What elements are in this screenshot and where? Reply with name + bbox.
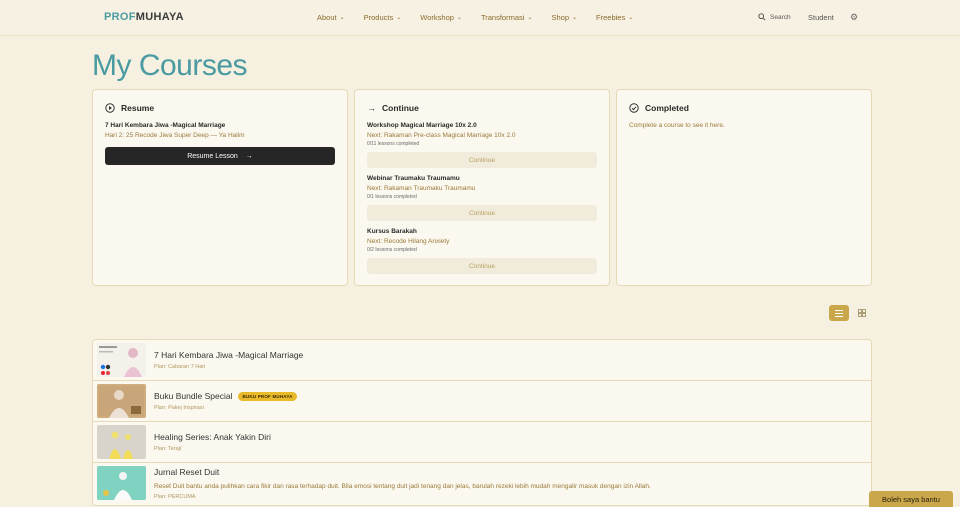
course-thumbnail xyxy=(97,384,146,418)
continue-item-title: Webinar Traumaku Traumamu xyxy=(367,175,460,182)
top-navbar: PROFMUHAYA About ⌄ Products ⌄ Workshop ⌄ Tr… xyxy=(0,0,960,36)
continue-button[interactable]: Continue xyxy=(367,152,597,168)
resume-lesson-button[interactable]: Resume Lesson → xyxy=(105,147,335,165)
page-title: My Courses xyxy=(92,49,248,82)
play-circle-icon xyxy=(105,103,115,113)
continue-item-next: Next: Recode Hilang Anxiety xyxy=(367,238,450,245)
resume-heading: Resume xyxy=(105,103,154,113)
course-title-text: Jurnal Reset Duit xyxy=(154,467,220,477)
grid-icon xyxy=(858,309,866,317)
continue-item: Workshop Magical Marriage 10x 2.0 Next: … xyxy=(367,122,597,168)
list-view-button[interactable] xyxy=(829,305,849,321)
logo-part-prof: PROF xyxy=(104,11,136,23)
search-icon xyxy=(758,13,766,21)
nav-shop-label: Shop xyxy=(551,13,569,22)
course-row[interactable]: Jurnal Reset Duit Reset Duit bantu anda … xyxy=(93,463,871,505)
course-title-text: Buku Bundle Special xyxy=(154,391,233,401)
completed-card: Completed Complete a course to see it he… xyxy=(616,89,872,286)
site-logo[interactable]: PROFMUHAYA xyxy=(104,11,184,23)
course-title: Jurnal Reset Duit xyxy=(154,467,219,477)
continue-heading-label: Continue xyxy=(382,103,419,113)
chevron-down-icon: ⌄ xyxy=(396,15,402,21)
completed-heading: Completed xyxy=(629,103,689,113)
nav-freebies-label: Freebies xyxy=(596,13,626,22)
arrow-right-icon: → xyxy=(245,152,253,160)
nav-products[interactable]: Products ⌄ xyxy=(364,13,402,22)
check-circle-icon xyxy=(629,103,639,113)
nav-about-label: About xyxy=(317,13,337,22)
nav-products-label: Products xyxy=(363,13,394,22)
continue-card: → Continue Workshop Magical Marriage 10x… xyxy=(354,89,610,286)
help-chat-button[interactable]: Boleh saya bantu xyxy=(869,491,953,507)
course-row[interactable]: Healing Series: Anak Yakin Diri Plan: Te… xyxy=(93,422,871,463)
course-title: Healing Series: Anak Yakin Diri xyxy=(154,432,271,442)
resume-heading-label: Resume xyxy=(121,103,155,113)
course-badge: BUKU PROF MUHAYA xyxy=(238,391,297,401)
nav-transformasi[interactable]: Transformasi ⌄ xyxy=(481,13,533,22)
chevron-down-icon: ⌄ xyxy=(572,15,578,21)
resume-card: Resume 7 Hari Kembara Jiwa -Magical Marr… xyxy=(92,89,348,286)
course-plan: Plan: Cabaran 7 Hari xyxy=(154,364,206,370)
course-thumbnail xyxy=(97,343,146,377)
continue-button[interactable]: Continue xyxy=(367,205,597,221)
continue-item: Webinar Traumaku Traumamu Next: Rakaman … xyxy=(367,175,597,221)
course-plan: Plan: Teraji xyxy=(154,446,182,452)
course-plan: Plan: Pakej Inspirasi xyxy=(154,405,204,411)
nav-transformasi-label: Transformasi xyxy=(480,13,525,22)
list-icon xyxy=(835,309,843,317)
arrow-right-icon: → xyxy=(367,103,376,113)
course-thumbnail xyxy=(97,466,146,500)
continue-item-progress: 0/1 lessons completed xyxy=(367,194,417,200)
gear-icon[interactable]: ⚙ xyxy=(850,12,858,23)
course-title-text: 7 Hari Kembara Jiwa -Magical Marriage xyxy=(154,350,304,360)
grid-view-button[interactable] xyxy=(855,305,869,321)
nav-workshop-label: Workshop xyxy=(420,13,454,22)
continue-button[interactable]: Continue xyxy=(367,258,597,274)
nav-workshop[interactable]: Workshop ⌄ xyxy=(420,13,462,22)
course-description: Reset Duit bantu anda pulihkan cara fiki… xyxy=(154,483,651,490)
continue-item-title: Workshop Magical Marriage 10x 2.0 xyxy=(367,122,477,129)
logo-part-muhaya: MUHAYA xyxy=(135,11,184,23)
course-list: 7 Hari Kembara Jiwa -Magical Marriage Pl… xyxy=(92,339,872,506)
student-menu[interactable]: Student xyxy=(808,13,834,22)
continue-item-title: Kursus Barakah xyxy=(367,228,417,235)
chevron-down-icon: ⌄ xyxy=(527,15,533,21)
nav-freebies[interactable]: Freebies ⌄ xyxy=(596,13,633,22)
continue-item-progress: 0/11 lessons completed xyxy=(367,141,420,147)
resume-button-label: Resume Lesson xyxy=(187,152,238,160)
course-title: Buku Bundle Special BUKU PROF MUHAYA xyxy=(154,391,297,401)
completed-heading-label: Completed xyxy=(645,103,689,113)
continue-heading: → Continue xyxy=(367,103,419,113)
course-row[interactable]: Buku Bundle Special BUKU PROF MUHAYA Pla… xyxy=(93,381,871,422)
continue-item-progress: 0/2 lessons completed xyxy=(367,247,417,253)
search-button[interactable]: Search xyxy=(758,13,791,21)
chevron-down-icon: ⌄ xyxy=(339,15,345,21)
continue-item-next: Next: Rakaman Traumaku Traumamu xyxy=(367,185,476,192)
continue-item: Kursus Barakah Next: Recode Hilang Anxie… xyxy=(367,228,597,274)
nav-shop[interactable]: Shop ⌄ xyxy=(551,13,577,22)
course-row[interactable]: 7 Hari Kembara Jiwa -Magical Marriage Pl… xyxy=(93,340,871,381)
chevron-down-icon: ⌄ xyxy=(456,15,462,21)
resume-course-title: 7 Hari Kembara Jiwa -Magical Marriage xyxy=(105,122,226,129)
continue-item-next: Next: Rakaman Pre-class Magical Marriage… xyxy=(367,132,516,139)
course-title-text: Healing Series: Anak Yakin Diri xyxy=(154,432,271,442)
course-thumbnail xyxy=(97,425,146,459)
course-plan: Plan: PERCUMA xyxy=(154,494,196,500)
completed-empty-text: Complete a course to see it here. xyxy=(629,122,725,129)
resume-lesson-name: Hari 2: 25 Recode Jiwa Super Deep — Ya H… xyxy=(105,132,245,139)
main-nav: About ⌄ Products ⌄ Workshop ⌄ Transformasi ⌄… xyxy=(317,13,652,22)
chevron-down-icon: ⌄ xyxy=(628,15,634,21)
search-label: Search xyxy=(770,13,791,21)
nav-about[interactable]: About ⌄ xyxy=(317,13,345,22)
course-title: 7 Hari Kembara Jiwa -Magical Marriage xyxy=(154,350,303,360)
